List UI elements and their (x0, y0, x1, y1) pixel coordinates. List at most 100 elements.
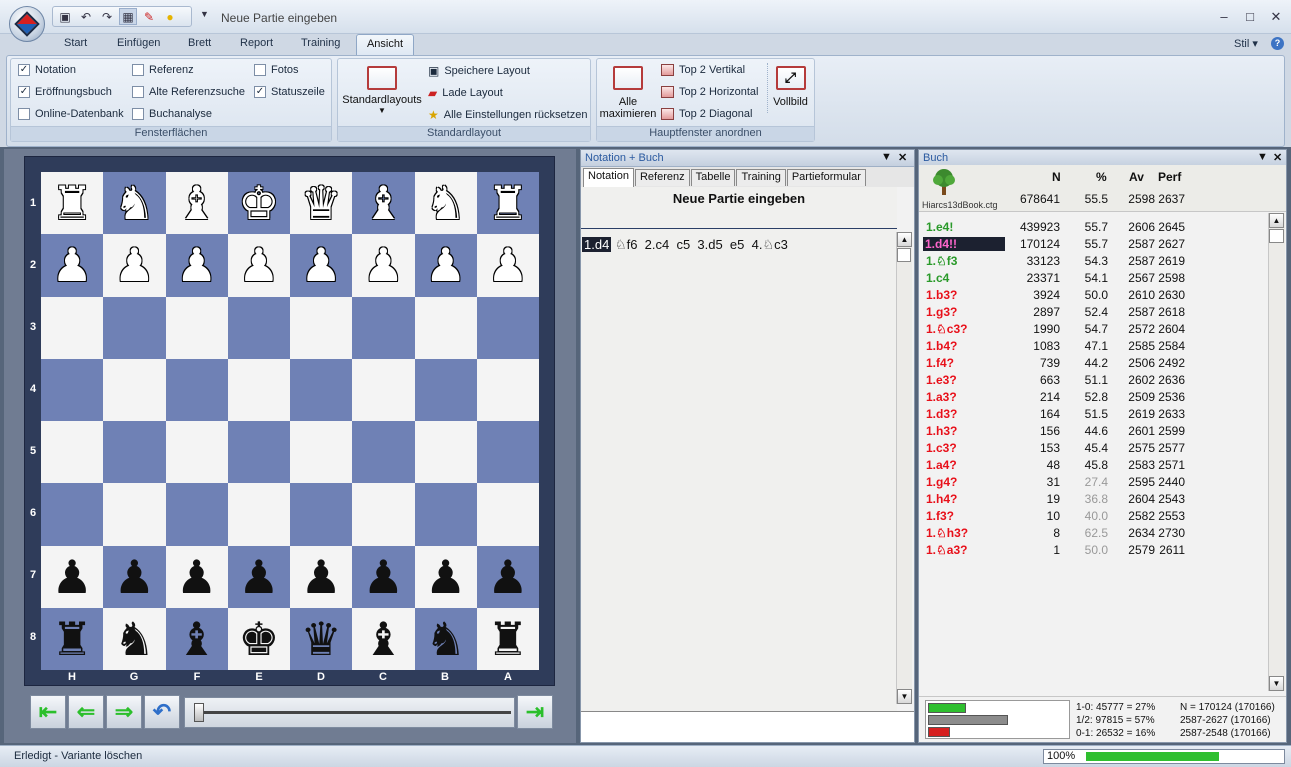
board-square[interactable]: ♞ (414, 607, 477, 670)
checkbox-eroeffnungsbuch[interactable]: ✓ Eröffnungsbuch (18, 86, 112, 98)
board-square[interactable]: ♟ (352, 545, 415, 608)
board-square[interactable]: ♟ (414, 234, 477, 297)
book-row[interactable]: 1.h4? 19 36.8 2604 2543 (920, 490, 1266, 507)
board-square[interactable] (227, 421, 290, 484)
board-square[interactable]: ♚ (227, 172, 290, 235)
board-square[interactable]: ♞ (103, 607, 166, 670)
book-row[interactable]: 1.a3? 214 52.8 2509 2536 (920, 388, 1266, 405)
customize-toolbar-button[interactable]: ▼ (200, 9, 209, 19)
board-square[interactable] (414, 421, 477, 484)
tab-partieformular[interactable]: Partieformular (786, 169, 866, 186)
chess-board[interactable]: ♜ ♞ ♝ ♚ ♛ ♝ ♞ ♜ ♟ ♟ ♟ ♟ ♟ ♟ ♟ ♟ ♟ ♟ ♟ ♟ ♟ ♟ ♟ ♟ ♜ ♞ ♝ ♚ ♛ ♝ ♞ ♜ (41, 172, 539, 670)
reset-settings-button[interactable]: ★ Alle Einstellungen rücksetzen (428, 108, 587, 122)
book-row[interactable]: 1.h3? 156 44.6 2601 2599 (920, 422, 1266, 439)
black-piece[interactable]: ♞ (425, 616, 466, 662)
white-piece[interactable]: ♟ (425, 242, 466, 288)
scroll-up-icon[interactable]: ▲ (1269, 213, 1284, 228)
black-piece[interactable]: ♟ (52, 554, 93, 600)
notation-area[interactable] (581, 187, 897, 711)
panel-close-icon[interactable]: ✕ (1273, 151, 1282, 164)
book-row[interactable]: 1.f4? 739 44.2 2506 2492 (920, 354, 1266, 371)
black-piece[interactable]: ♜ (487, 616, 528, 662)
load-layout-button[interactable]: ▰ Lade Layout (428, 86, 503, 100)
board-square[interactable] (476, 296, 539, 359)
board-square[interactable] (41, 483, 104, 546)
scroll-down-icon[interactable]: ▼ (897, 689, 912, 704)
board-square[interactable] (103, 421, 166, 484)
moves-text[interactable]: ♘f6 2.c4 c5 3.d5 e5 4.♘c3 (611, 237, 788, 252)
tab-brett[interactable]: Brett (188, 37, 211, 49)
column-header-av[interactable]: Av (1129, 170, 1144, 184)
maximize-all-button[interactable]: Alle maximieren (599, 63, 657, 125)
save-layout-button[interactable]: ▣ Speichere Layout (428, 64, 530, 78)
board-square[interactable] (414, 483, 477, 546)
board-square[interactable] (476, 358, 539, 421)
white-piece[interactable]: ♟ (487, 242, 528, 288)
checkbox-online-datenbank[interactable]: Online-Datenbank (18, 108, 124, 120)
checkbox-referenz[interactable]: Referenz (132, 64, 194, 76)
help-icon[interactable]: ? (1271, 37, 1284, 50)
black-piece[interactable]: ♚ (238, 616, 279, 662)
tab-report[interactable]: Report (240, 37, 273, 49)
maximize-button[interactable]: □ (1240, 9, 1260, 24)
black-piece[interactable]: ♟ (301, 554, 342, 600)
previous-move-button[interactable]: ⇐ (68, 695, 104, 729)
white-piece[interactable]: ♞ (114, 180, 155, 226)
move-list[interactable]: 1.d4 ♘f6 2.c4 c5 3.d5 e5 4.♘c3 (582, 237, 788, 253)
notation-scrollbar[interactable]: ▲ ▼ (896, 232, 912, 704)
board-square[interactable] (414, 358, 477, 421)
board-square[interactable]: ♟ (165, 545, 228, 608)
board-square[interactable]: ♟ (103, 234, 166, 297)
board-square[interactable]: ♜ (41, 172, 104, 235)
board-square[interactable]: ♝ (165, 607, 228, 670)
checkbox-notation[interactable]: ✓ Notation (18, 64, 76, 76)
scroll-up-icon[interactable]: ▲ (897, 232, 912, 247)
board-square[interactable] (103, 296, 166, 359)
style-menu[interactable]: Stil ▾ (1234, 37, 1258, 50)
redo-icon[interactable]: ↷ (98, 8, 116, 25)
board-icon[interactable]: ▦ (119, 8, 137, 25)
black-piece[interactable]: ♟ (114, 554, 155, 600)
board-square[interactable]: ♟ (227, 234, 290, 297)
board-square[interactable] (103, 483, 166, 546)
fullscreen-button[interactable]: ⤢ Vollbild (767, 63, 813, 113)
board-square[interactable]: ♟ (41, 234, 104, 297)
board-square[interactable]: ♟ (41, 545, 104, 608)
top2-vertical-button[interactable]: Top 2 Vertikal (661, 64, 745, 76)
column-header-n[interactable]: N (1052, 170, 1061, 184)
board-square[interactable] (103, 358, 166, 421)
bulb-icon[interactable]: ● (161, 8, 179, 25)
black-piece[interactable]: ♝ (176, 616, 217, 662)
tools-icon[interactable]: ✎ (140, 8, 158, 25)
tab-notation[interactable]: Notation (583, 168, 634, 187)
white-piece[interactable]: ♟ (176, 242, 217, 288)
book-row[interactable]: 1.d3? 164 51.5 2619 2633 (920, 405, 1266, 422)
tab-ansicht[interactable]: Ansicht (356, 34, 414, 55)
top2-horizontal-button[interactable]: Top 2 Horizontal (661, 86, 759, 98)
black-piece[interactable]: ♟ (487, 554, 528, 600)
black-piece[interactable]: ♟ (238, 554, 279, 600)
checkbox-alte-referenzsuche[interactable]: Alte Referenzsuche (132, 86, 245, 98)
board-square[interactable] (165, 421, 228, 484)
board-square[interactable] (352, 483, 415, 546)
book-row[interactable]: 1.a4? 48 45.8 2583 2571 (920, 456, 1266, 473)
book-scrollbar[interactable]: ▲ ▼ (1268, 213, 1285, 691)
board-square[interactable] (352, 421, 415, 484)
board-square[interactable]: ♝ (352, 607, 415, 670)
board-square[interactable]: ♟ (476, 234, 539, 297)
board-square[interactable] (476, 421, 539, 484)
white-piece[interactable]: ♟ (301, 242, 342, 288)
go-to-end-button[interactable]: ⇥ (517, 695, 553, 729)
current-move[interactable]: 1.d4 (582, 237, 612, 252)
book-row[interactable]: 1.♘f3 33123 54.3 2587 2619 (920, 252, 1266, 269)
black-piece[interactable]: ♛ (301, 616, 342, 662)
board-square[interactable]: ♜ (476, 607, 539, 670)
board-square[interactable] (41, 421, 104, 484)
checkbox-fotos[interactable]: Fotos (254, 64, 299, 76)
board-square[interactable]: ♚ (227, 607, 290, 670)
tab-einfuegen[interactable]: Einfügen (117, 37, 160, 49)
board-square[interactable] (41, 296, 104, 359)
tab-training[interactable]: Training (736, 169, 786, 186)
book-row[interactable]: 1.♘h3? 8 62.5 2634 2730 (920, 524, 1266, 541)
white-piece[interactable]: ♟ (114, 242, 155, 288)
